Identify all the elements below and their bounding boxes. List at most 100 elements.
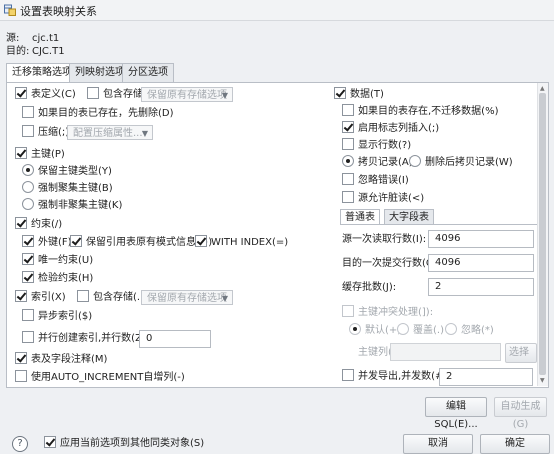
primary-key-checkbox[interactable] bbox=[15, 147, 27, 159]
apply-all-option[interactable]: 应用当前选项到其他同类对象(S) bbox=[44, 436, 204, 452]
auto-increment-option[interactable]: 使用AUTO_INCREMENT自增列(-) bbox=[15, 370, 185, 386]
pk-col-input[interactable] bbox=[390, 343, 501, 361]
no-migrate-option[interactable]: 如果目的表存在,不迁移数据(%) bbox=[342, 104, 498, 120]
table-comment-option[interactable]: 表及字段注释(M) bbox=[15, 352, 107, 368]
keep-ref-schema-option[interactable]: 保留引用表原有模式信息(>) bbox=[70, 235, 212, 251]
read-rows-input[interactable]: 4096 bbox=[428, 230, 534, 248]
force-clustered-option[interactable]: 强制聚集主键(B) bbox=[22, 181, 113, 197]
with-index-label: WITH INDEX(=) bbox=[211, 237, 289, 248]
default-radio[interactable] bbox=[349, 323, 361, 335]
primary-key-label: 主键(P) bbox=[31, 149, 65, 160]
cancel-button[interactable]: 取消 bbox=[403, 434, 473, 454]
ignore-opt[interactable]: 忽略(*) bbox=[445, 323, 494, 339]
primary-key-option[interactable]: 主键(P) bbox=[15, 147, 65, 163]
copy-record-radio[interactable] bbox=[342, 155, 354, 167]
auto-increment-checkbox[interactable] bbox=[15, 370, 27, 382]
delete-if-exists-option[interactable]: 如果目的表已存在，先删除(D) bbox=[22, 106, 174, 122]
force-nonclustered-radio[interactable] bbox=[22, 198, 34, 210]
index-option[interactable]: 索引(X) bbox=[15, 290, 66, 306]
show-rows-checkbox[interactable] bbox=[342, 138, 354, 150]
parallel-count-input[interactable]: 0 bbox=[139, 330, 211, 348]
include-storage2-option[interactable]: 包含存储(.) bbox=[77, 290, 144, 306]
include-storage-checkbox[interactable] bbox=[87, 87, 99, 99]
ignore-radio[interactable] bbox=[445, 323, 457, 335]
parallel-index-checkbox[interactable] bbox=[22, 331, 34, 343]
with-index-option[interactable]: WITH INDEX(=) bbox=[195, 235, 288, 251]
compress-checkbox[interactable] bbox=[22, 125, 34, 137]
data-checkbox[interactable] bbox=[334, 87, 346, 99]
force-clustered-radio[interactable] bbox=[22, 181, 34, 193]
constraint-option[interactable]: 约束(/) bbox=[15, 217, 62, 233]
default-label: 默认(+) bbox=[365, 325, 402, 336]
parallel-index-option[interactable]: 并行创建索引,并行数(Z): bbox=[22, 331, 149, 347]
scroll-up-icon[interactable]: ▲ bbox=[540, 85, 545, 92]
constraint-checkbox[interactable] bbox=[15, 217, 27, 229]
async-index-option[interactable]: 异步索引($) bbox=[22, 309, 92, 325]
overwrite-opt[interactable]: 覆盖(.) bbox=[397, 323, 444, 339]
concurrent-checkbox[interactable] bbox=[342, 369, 354, 381]
tab-partition[interactable]: 分区选项 bbox=[122, 63, 174, 82]
pk-conflict-option[interactable]: 主键冲突处理(]): bbox=[342, 305, 433, 321]
default-opt[interactable]: 默认(+) bbox=[349, 323, 401, 339]
ignore-error-checkbox[interactable] bbox=[342, 173, 354, 185]
foreign-key-checkbox[interactable] bbox=[22, 235, 34, 247]
allow-dirty-option[interactable]: 源允许脏读(<) bbox=[342, 191, 424, 207]
scroll-down-icon[interactable]: ▼ bbox=[540, 377, 545, 384]
batch-input[interactable]: 2 bbox=[428, 278, 534, 296]
data-option[interactable]: 数据(T) bbox=[334, 87, 384, 103]
tab-migration-strategy[interactable]: 迁移策略选项 bbox=[6, 63, 78, 83]
commit-rows-input[interactable]: 4096 bbox=[428, 254, 534, 272]
compress-combo[interactable]: 配置压缩属性... ▼ bbox=[67, 125, 153, 140]
concurrent-input[interactable]: 2 bbox=[439, 368, 533, 386]
pk-conflict-checkbox[interactable] bbox=[342, 305, 354, 317]
show-rows-option[interactable]: 显示行数(?) bbox=[342, 138, 411, 154]
table-def-checkbox[interactable] bbox=[15, 87, 27, 99]
overwrite-radio[interactable] bbox=[397, 323, 409, 335]
ignore-error-option[interactable]: 忽略错误(I) bbox=[342, 173, 409, 189]
delete-copy-option[interactable]: 删除后拷贝记录(W) bbox=[409, 155, 513, 171]
constraint-label: 约束(/) bbox=[31, 219, 63, 230]
no-migrate-checkbox[interactable] bbox=[342, 104, 354, 116]
with-index-checkbox[interactable] bbox=[195, 235, 207, 247]
compress-option[interactable]: 压缩(;) bbox=[22, 125, 69, 141]
table-comment-checkbox[interactable] bbox=[15, 352, 27, 364]
scroll-thumb[interactable] bbox=[539, 93, 546, 375]
ok-button[interactable]: 确定 bbox=[480, 434, 550, 454]
async-index-checkbox[interactable] bbox=[22, 309, 34, 321]
unique-option[interactable]: 唯一约束(U) bbox=[22, 253, 93, 269]
select-column-button[interactable]: 选择列( bbox=[505, 343, 537, 363]
index-storage-combo[interactable]: 保留原有存储选项 ▼ bbox=[141, 290, 233, 305]
keep-pk-type-option[interactable]: 保留主键类型(Y) bbox=[22, 164, 112, 180]
enable-identity-checkbox[interactable] bbox=[342, 121, 354, 133]
include-storage2-checkbox[interactable] bbox=[77, 290, 89, 302]
ignore-error-label: 忽略错误(I) bbox=[358, 175, 409, 186]
table-def-option[interactable]: 表定义(C) bbox=[15, 87, 76, 103]
help-icon[interactable]: ? bbox=[12, 436, 28, 452]
edit-sql-button[interactable]: 编辑SQL(E)... bbox=[425, 397, 487, 430]
subtab-lob-table[interactable]: 大字段表 bbox=[384, 209, 434, 225]
delete-copy-radio[interactable] bbox=[409, 155, 421, 167]
keep-ref-schema-checkbox[interactable] bbox=[70, 235, 82, 247]
unique-checkbox[interactable] bbox=[22, 253, 34, 265]
vertical-scrollbar[interactable]: ▲ ▼ bbox=[537, 83, 548, 386]
allow-dirty-checkbox[interactable] bbox=[342, 191, 354, 203]
check-option[interactable]: 检验约束(H) bbox=[22, 271, 93, 287]
enable-identity-option[interactable]: 启用标志列插入(;) bbox=[342, 121, 439, 137]
force-nonclustered-label: 强制非聚集主键(K) bbox=[38, 200, 123, 211]
copy-record-option[interactable]: 拷贝记录(A) bbox=[342, 155, 413, 171]
delete-if-exists-checkbox[interactable] bbox=[22, 106, 34, 118]
storage-options-combo[interactable]: 保留原有存储选项 ▼ bbox=[141, 87, 233, 102]
concurrent-label: 并发导出,并发数(#): bbox=[358, 371, 451, 382]
index-label: 索引(X) bbox=[31, 292, 66, 303]
force-nonclustered-option[interactable]: 强制非聚集主键(K) bbox=[22, 198, 122, 214]
keep-pk-type-radio[interactable] bbox=[22, 164, 34, 176]
foreign-key-option[interactable]: 外键(F) bbox=[22, 235, 72, 251]
target-info: 目的: CJC.T1 bbox=[6, 42, 65, 57]
check-checkbox[interactable] bbox=[22, 271, 34, 283]
subtab-normal-table[interactable]: 普通表 bbox=[340, 209, 380, 225]
concurrent-option[interactable]: 并发导出,并发数(#): bbox=[342, 369, 451, 385]
delete-if-exists-label: 如果目的表已存在，先删除(D) bbox=[38, 108, 174, 119]
auto-generate-button[interactable]: 自动生成(G) bbox=[494, 397, 547, 430]
apply-all-checkbox[interactable] bbox=[44, 436, 56, 448]
index-checkbox[interactable] bbox=[15, 290, 27, 302]
